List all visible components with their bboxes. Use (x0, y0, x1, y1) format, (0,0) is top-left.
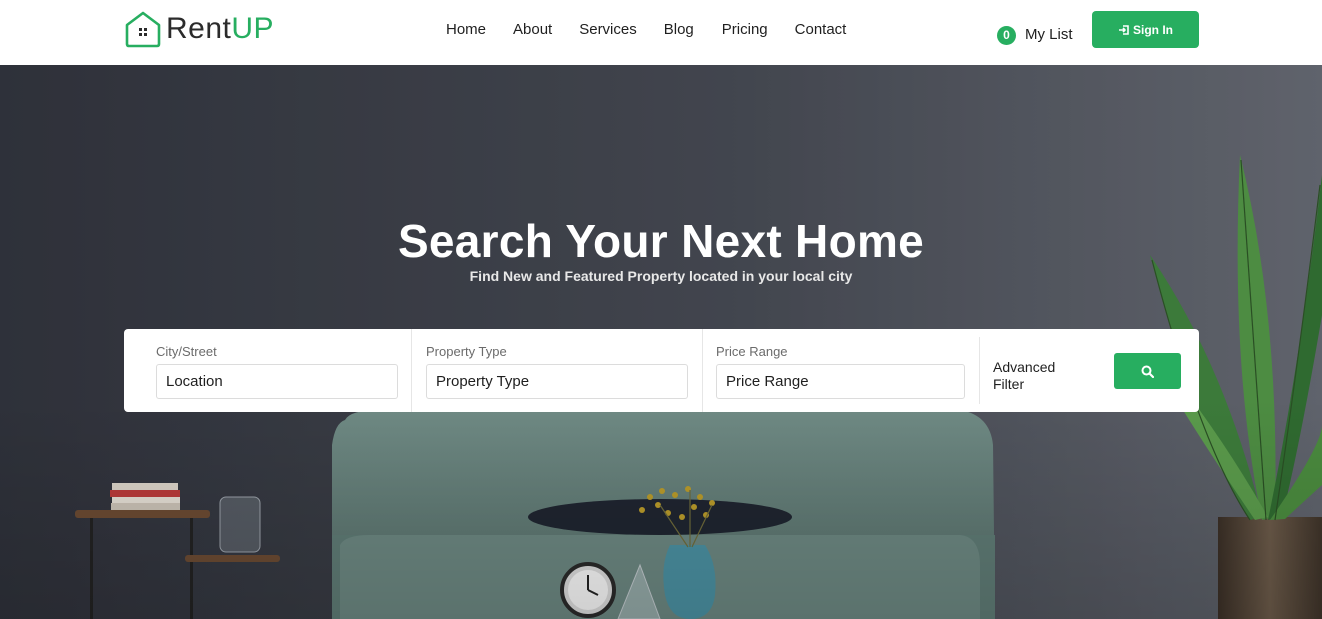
search-button[interactable] (1114, 353, 1181, 389)
hero-section: Search Your Next Home Find New and Featu… (0, 65, 1322, 619)
price-range-field: Price Range (716, 329, 965, 412)
house-logo-icon (125, 11, 161, 48)
search-divider (702, 329, 703, 412)
city-street-label: City/Street (156, 344, 217, 359)
logo[interactable]: RentUP (124, 9, 274, 49)
search-divider (979, 337, 980, 404)
advanced-filter-link[interactable]: Advanced Filter (993, 359, 1083, 393)
hero-title: Search Your Next Home (397, 215, 925, 267)
logo-wordmark: RentUP (166, 9, 274, 49)
my-list-link[interactable]: 0 My List (997, 25, 1073, 45)
logo-text-up: UP (231, 12, 275, 45)
property-type-label: Property Type (426, 344, 507, 359)
main-nav: Home About Services Blog Pricing Contact (446, 20, 846, 40)
sign-in-label: Sign In (1133, 22, 1173, 37)
location-input[interactable] (156, 364, 398, 399)
nav-services[interactable]: Services (579, 20, 637, 40)
city-street-field: City/Street (156, 329, 398, 412)
logo-text-rent: Rent (166, 12, 232, 45)
price-range-label: Price Range (716, 344, 788, 359)
property-search-form: City/Street Property Type Price Range Ad… (124, 329, 1199, 412)
hero-subtitle: Find New and Featured Property located i… (469, 268, 853, 284)
nav-about[interactable]: About (513, 20, 552, 40)
sign-in-icon (1119, 24, 1129, 35)
nav-pricing[interactable]: Pricing (722, 20, 768, 40)
my-list-count-badge: 0 (997, 25, 1016, 45)
nav-blog[interactable]: Blog (664, 20, 694, 40)
price-range-input[interactable] (716, 364, 965, 399)
nav-home[interactable]: Home (446, 20, 486, 40)
my-list-label: My List (1025, 26, 1073, 43)
sign-in-button[interactable]: Sign In (1092, 11, 1199, 48)
site-header: RentUP Home About Services Blog Pricing … (0, 0, 1322, 65)
search-divider (411, 329, 412, 412)
property-type-input[interactable] (426, 364, 688, 399)
property-type-field: Property Type (426, 329, 688, 412)
search-icon (1141, 365, 1154, 378)
nav-contact[interactable]: Contact (795, 20, 847, 40)
